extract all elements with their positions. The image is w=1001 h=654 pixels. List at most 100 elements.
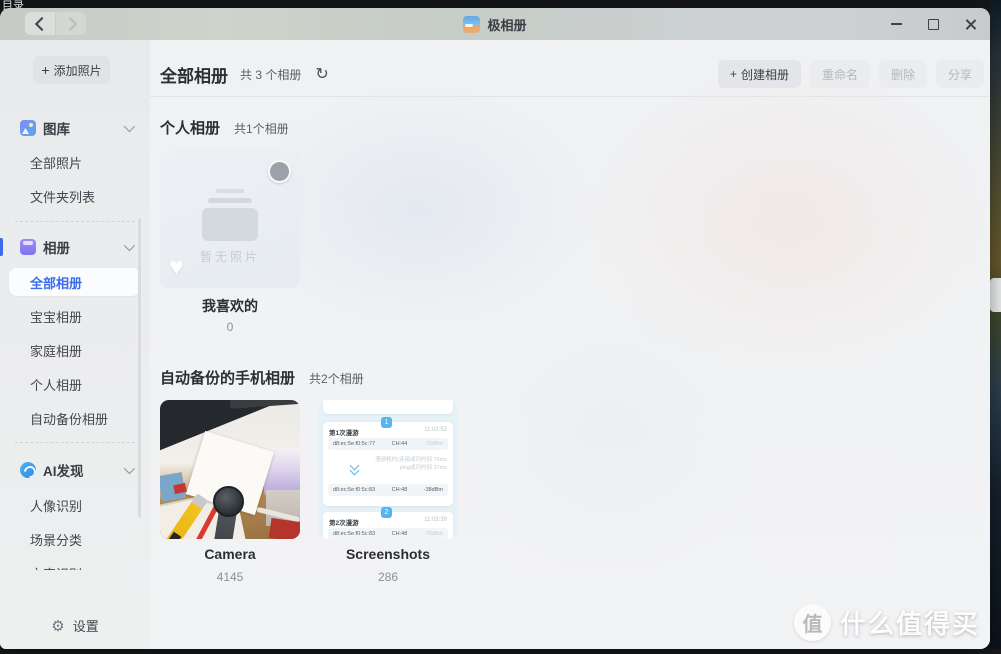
channel: CH:48 [392, 487, 408, 493]
window-title-area: 极相册 [0, 8, 990, 40]
album-name[interactable]: Screenshots [318, 546, 458, 562]
sidebar-scroll-area: 图库 全部照片 文件夹列表 相册 全部相册 [0, 40, 150, 570]
signal: -75dBm [424, 531, 443, 537]
sidebar-scrollbar[interactable] [138, 218, 141, 518]
sidebar-item-personal-album[interactable]: 个人相册 [0, 372, 150, 396]
signal: -38dBm [424, 487, 443, 493]
chevron-left-icon [34, 16, 48, 30]
sidebar-item-all-photos[interactable]: 全部照片 [0, 150, 150, 174]
nav-buttons [25, 12, 86, 35]
mac-address: d8:ec:5e:f0:5c:77 [333, 441, 375, 447]
section-title: 个人相册 [160, 117, 220, 138]
watermark-text: 什么值得买 [840, 604, 980, 641]
step-badge: 2 [381, 507, 392, 518]
back-button[interactable] [25, 12, 55, 35]
personal-album-label: 个人相册 [30, 375, 82, 394]
album-photo-count: 4145 [160, 570, 300, 584]
delete-button[interactable]: 删除 [879, 60, 927, 88]
close-button[interactable] [960, 14, 980, 34]
screenshot-card-1: 第1次漫游 11:02:52 d8:ec:5e:f0:5c:77 CH:44 -… [323, 422, 453, 506]
chevron-down-icon[interactable] [124, 121, 135, 132]
app-window: 极相册 + 添加照片 图库 全部照片 [0, 8, 990, 649]
album-icon [20, 239, 36, 255]
gear-icon: ⚙ [51, 617, 64, 635]
chevron-down-icon[interactable] [124, 240, 135, 251]
create-album-label: 创建相册 [741, 66, 789, 83]
photo-stack-icon [208, 198, 252, 203]
ap-row: d8:ec:5e:f0:5c:83 CH:48 -75dBm [328, 528, 448, 539]
share-button[interactable]: 分享 [936, 60, 984, 88]
create-album-button[interactable]: + 创建相册 [718, 60, 801, 88]
rename-button[interactable]: 重命名 [810, 60, 870, 88]
roam-note: 漫游耗时(连接成功时间 76ms ping成功时间 37ms [375, 456, 447, 472]
settings-label: 设置 [73, 616, 99, 635]
background-window-edge [990, 278, 1001, 312]
album-name[interactable]: 我喜欢的 [160, 296, 300, 316]
channel: CH:44 [392, 441, 408, 447]
library-group-label: 图库 [43, 118, 70, 138]
heart-icon: ♥ [169, 253, 184, 282]
section-count: 共2个相册 [309, 370, 364, 387]
sidebar-item-folder-list[interactable]: 文件夹列表 [0, 184, 150, 208]
section-title: 自动备份的手机相册 [160, 367, 295, 388]
maximize-button[interactable] [923, 14, 943, 34]
album-card-favorites[interactable]: 暂无照片 ♥ [160, 149, 300, 288]
forward-button[interactable] [56, 12, 86, 35]
sidebar-item-face-recognition[interactable]: 人像识别 [0, 493, 150, 517]
roam-title: 第1次漫游 [329, 427, 359, 437]
sidebar-item-baby-album[interactable]: 宝宝相册 [0, 304, 150, 328]
desktop-bottom-strip [0, 649, 1001, 654]
albums-group-label: 相册 [43, 237, 70, 257]
refresh-icon[interactable]: ↻ [315, 67, 328, 83]
section-count: 共1个相册 [234, 120, 289, 137]
camera-thumb-red-box [269, 518, 300, 539]
sidebar-group-albums[interactable]: 相册 [0, 235, 150, 259]
roam-note-line1: 漫游耗时(连接成功时间 76ms [375, 456, 447, 464]
roam-title: 第2次漫游 [329, 517, 359, 527]
chevron-down-icon[interactable] [124, 463, 135, 474]
sidebar-divider [15, 442, 135, 443]
section-backup-albums: 自动备份的手机相册 共2个相册 [160, 367, 364, 388]
window-title: 极相册 [487, 15, 526, 34]
photo-stack-icon [216, 189, 244, 193]
photo-stack-icon [202, 208, 258, 241]
channel: CH:48 [392, 531, 408, 537]
baby-album-label: 宝宝相册 [30, 307, 82, 326]
sidebar-item-auto-backup-album[interactable]: 自动备份相册 [0, 406, 150, 430]
ap-row: d8:ec:5e:f0:5c:83 CH:48 -38dBm [328, 484, 448, 496]
titlebar[interactable]: 极相册 [0, 8, 990, 40]
sidebar-item-all-albums[interactable]: 全部相册 [9, 268, 140, 296]
sidebar-group-library[interactable]: 图库 [0, 116, 150, 140]
all-albums-label: 全部相册 [30, 273, 82, 292]
page-title: 全部相册 [160, 62, 228, 87]
face-recognition-label: 人像识别 [30, 496, 82, 515]
section-personal-albums: 个人相册 共1个相册 [160, 117, 289, 138]
all-photos-label: 全部照片 [30, 153, 82, 172]
header-divider [150, 96, 990, 97]
sidebar-group-ai-discovery[interactable]: AI发现 [0, 458, 150, 482]
album-name[interactable]: Camera [160, 546, 300, 562]
album-total-count: 共 3 个相册 [240, 66, 301, 83]
roam-time: 11:02:52 [424, 427, 447, 437]
app-icon [463, 16, 480, 33]
watermark-badge: 值 [794, 604, 831, 641]
sidebar-item-scene-classification[interactable]: 场景分类 [0, 527, 150, 551]
close-icon [965, 19, 976, 30]
album-card-screenshots[interactable]: 1 第1次漫游 11:02:52 d8:ec:5e:f0:5c:77 CH:44… [318, 400, 458, 539]
sidebar-item-family-album[interactable]: 家庭相册 [0, 338, 150, 362]
album-photo-count: 0 [160, 320, 300, 334]
roam-time: 11:03:30 [424, 517, 447, 527]
page-header: 全部相册 共 3 个相册 ↻ [160, 62, 329, 87]
sidebar-item-clipped[interactable]: 文字识别 [0, 561, 150, 570]
album-card-camera[interactable] [160, 400, 300, 539]
auto-backup-album-label: 自动备份相册 [30, 409, 108, 428]
settings-button[interactable]: ⚙ 设置 [0, 616, 150, 635]
selection-circle-icon[interactable] [268, 160, 291, 183]
ap-row: d8:ec:5e:f0:5c:77 CH:44 -75dBm [328, 438, 448, 450]
mac-address: d8:ec:5e:f0:5c:83 [333, 487, 375, 493]
mac-address: d8:ec:5e:f0:5c:83 [333, 531, 375, 537]
screenshot-card-partial [323, 400, 453, 414]
minimize-button[interactable] [886, 14, 906, 34]
main-content: 全部相册 共 3 个相册 ↻ + 创建相册 重命名 删除 分享 [150, 40, 990, 649]
signal: -75dBm [424, 441, 443, 447]
